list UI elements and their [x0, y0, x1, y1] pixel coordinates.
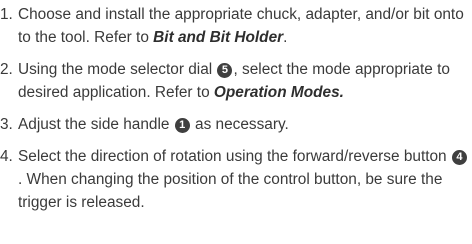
step-text: Using the mode selector dial	[18, 61, 217, 78]
step-text: .	[283, 29, 288, 46]
reference-link: Bit and Bit Holder	[153, 29, 284, 46]
callout-badge: 1	[174, 118, 190, 133]
step-1: 1. Choose and install the appropriate ch…	[0, 3, 472, 49]
steps-list: 1. Choose and install the appropriate ch…	[0, 0, 472, 214]
callout-badge: 4	[451, 150, 467, 165]
step-number: 3.	[0, 116, 13, 133]
step-text: Select the direction of rotation using t…	[18, 148, 451, 165]
step-text: as necessary.	[190, 116, 289, 133]
step-text: . When changing the position of the cont…	[18, 171, 443, 211]
step-number: 2.	[0, 61, 13, 78]
callout-badge: 5	[217, 63, 233, 78]
step-3: 3. Adjust the side handle 1 as necessary…	[0, 113, 472, 136]
instructions-page: 1. Choose and install the appropriate ch…	[0, 0, 472, 244]
step-number: 4.	[0, 148, 13, 165]
step-text: Adjust the side handle	[18, 116, 174, 133]
step-number: 1.	[0, 6, 13, 23]
step-2: 2. Using the mode selector dial 5, selec…	[0, 58, 472, 104]
step-4: 4. Select the direction of rotation usin…	[0, 145, 472, 214]
reference-link: Operation Modes	[213, 84, 340, 101]
step-text: .	[339, 84, 344, 101]
